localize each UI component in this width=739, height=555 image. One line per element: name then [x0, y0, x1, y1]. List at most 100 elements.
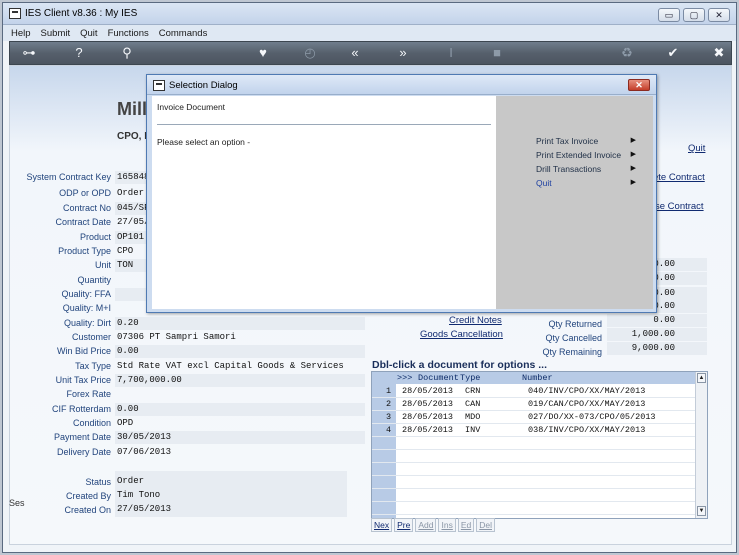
- field-label: Forex Rate: [66, 389, 111, 399]
- submenu-arrow-icon: ▶: [630, 151, 636, 158]
- cell-date: 28/05/2013: [402, 399, 454, 409]
- option-quit[interactable]: Quit ▶: [536, 178, 636, 188]
- qty-label: Qty Returned: [548, 319, 602, 329]
- session-label: Ses: [9, 498, 25, 508]
- grid-header: >>> Document Type Number: [372, 372, 696, 384]
- qty-label: Qty Remaining: [542, 347, 602, 357]
- submenu-arrow-icon: ▶: [630, 137, 636, 144]
- qty-value: 0.00: [607, 314, 707, 327]
- rewind-icon[interactable]: «: [342, 44, 368, 62]
- field-value[interactable]: OPD: [115, 417, 365, 430]
- option-print-tax-invoice[interactable]: Print Tax Invoice ▶: [536, 136, 636, 146]
- field-value[interactable]: 30/05/2013: [115, 431, 365, 444]
- qty-value: 1,000.00: [607, 328, 707, 341]
- edit-button[interactable]: Ed: [457, 518, 475, 532]
- maximize-button[interactable]: ▢: [683, 8, 705, 22]
- field-label: Payment Date: [53, 432, 111, 442]
- grid-scrollbar[interactable]: ▲ ▼: [695, 372, 707, 518]
- add-button[interactable]: Add: [415, 518, 437, 532]
- clock-icon[interactable]: ◴: [297, 44, 323, 62]
- cell-number: 038/INV/CPO/XX/MAY/2013: [528, 425, 646, 435]
- cell-date: 28/05/2013: [402, 412, 454, 422]
- status-value[interactable]: Tim Tono: [115, 489, 345, 502]
- delete-contract-link[interactable]: ete Contract: [653, 172, 705, 183]
- field-value[interactable]: [115, 388, 365, 401]
- field-label: Unit: [94, 260, 111, 270]
- header-type: Type: [460, 373, 481, 383]
- field-label: Customer: [71, 332, 111, 342]
- qty-value: 9,000.00: [607, 342, 707, 355]
- field-label: Win Bid Price: [56, 346, 111, 356]
- field-value[interactable]: Std Rate VAT excl Capital Goods & Servic…: [115, 360, 365, 373]
- prev-button[interactable]: Pre: [394, 518, 414, 532]
- close-contract-link[interactable]: se Contract: [655, 201, 704, 212]
- option-label: Print Tax Invoice: [536, 136, 599, 146]
- field-label: Contract No: [62, 203, 111, 213]
- page-subtitle: CPO, I: [117, 131, 148, 142]
- table-row[interactable]: 2 28/05/2013 CAN 019/CAN/CPO/XX/MAY/2013: [372, 398, 696, 411]
- minimize-button[interactable]: ▭: [658, 8, 680, 22]
- field-value[interactable]: 0.00: [115, 345, 365, 358]
- cell-type: CRN: [465, 386, 481, 396]
- menu-submit[interactable]: Submit: [41, 28, 71, 39]
- cell-n: 3: [386, 412, 392, 422]
- dialog-title: Selection Dialog: [169, 80, 238, 91]
- field-value[interactable]: 0.00: [115, 403, 365, 416]
- delete-button[interactable]: Del: [476, 518, 495, 532]
- menu-help[interactable]: Help: [11, 28, 31, 39]
- cell-date: 28/05/2013: [402, 425, 454, 435]
- empty-row: [372, 489, 696, 502]
- close-icon[interactable]: ✖: [706, 44, 732, 62]
- dialog-message-pane: Invoice Document Please select an option…: [152, 96, 496, 309]
- cell-number: 027/DO/XX-073/CPO/05/2013: [528, 412, 656, 422]
- insert-button[interactable]: Ins: [438, 518, 456, 532]
- empty-row: [372, 502, 696, 515]
- field-value[interactable]: 0.20: [115, 317, 365, 330]
- field-label: Tax Type: [75, 361, 111, 371]
- field-value[interactable]: 7,700,000.00: [115, 374, 365, 387]
- field-label: Condition: [72, 418, 111, 428]
- dialog-prompt: Please select an option -: [157, 137, 251, 147]
- field-label: System Contract Key: [26, 172, 111, 182]
- next-button[interactable]: Nex: [371, 518, 393, 532]
- menu-commands[interactable]: Commands: [159, 28, 208, 39]
- help-icon[interactable]: ?: [66, 44, 92, 62]
- quit-link[interactable]: Quit: [688, 143, 705, 154]
- status-value[interactable]: Order: [115, 475, 345, 488]
- documents-grid: >>> Document Type Number 1 28/05/2013 CRN 0…: [371, 371, 708, 519]
- status-value[interactable]: 27/05/2013: [115, 503, 345, 516]
- app-icon: [9, 8, 21, 19]
- menu-quit[interactable]: Quit: [80, 28, 97, 39]
- search-icon[interactable]: ⚲: [114, 44, 140, 62]
- field-value[interactable]: 07306 PT Sampri Samori: [115, 331, 365, 344]
- forward-icon[interactable]: »: [390, 44, 416, 62]
- goods-cancellation-link[interactable]: Goods Cancellation: [420, 329, 503, 340]
- menu-functions[interactable]: Functions: [108, 28, 149, 39]
- table-row[interactable]: 1 28/05/2013 CRN 040/INV/CPO/XX/MAY/2013: [372, 385, 696, 398]
- cell-n: 2: [386, 399, 392, 409]
- check-icon[interactable]: ✔: [660, 44, 686, 62]
- key-icon[interactable]: ⊶: [16, 44, 42, 62]
- table-row[interactable]: 4 28/05/2013 INV 038/INV/CPO/XX/MAY/2013: [372, 424, 696, 437]
- option-drill-transactions[interactable]: Drill Transactions ▶: [536, 164, 636, 174]
- cell-number: 040/INV/CPO/XX/MAY/2013: [528, 386, 646, 396]
- heart-icon[interactable]: ♥: [250, 44, 276, 62]
- dialog-close-button[interactable]: ✕: [628, 79, 650, 91]
- scroll-up-icon[interactable]: ▲: [697, 373, 706, 383]
- stop-icon[interactable]: ■: [484, 44, 510, 62]
- text-cursor-icon[interactable]: I: [438, 44, 464, 62]
- option-print-extended-invoice[interactable]: Print Extended Invoice ▶: [536, 150, 636, 160]
- cell-date: 28/05/2013: [402, 386, 454, 396]
- cell-number: 019/CAN/CPO/XX/MAY/2013: [528, 399, 646, 409]
- table-row[interactable]: 3 28/05/2013 MDO 027/DO/XX-073/CPO/05/2013: [372, 411, 696, 424]
- field-value[interactable]: 07/06/2013: [115, 446, 365, 459]
- header-document: Document: [418, 373, 459, 383]
- recycle-icon[interactable]: ♻: [614, 44, 640, 62]
- close-window-button[interactable]: ✕: [708, 8, 730, 22]
- field-label: Contract Date: [55, 217, 111, 227]
- field-label: Product: [79, 232, 111, 242]
- page-title: Mill: [117, 99, 147, 119]
- scroll-down-icon[interactable]: ▼: [697, 506, 706, 516]
- field-label: Quality: FFA: [61, 289, 111, 299]
- cell-n: 4: [386, 425, 392, 435]
